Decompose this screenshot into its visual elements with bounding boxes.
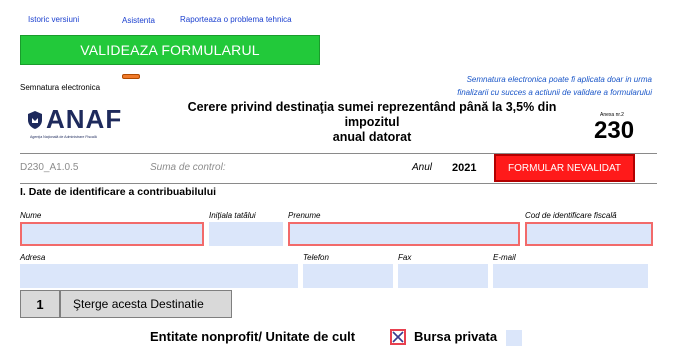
form-number: 230	[594, 117, 635, 144]
control-sum-label: Suma de control:	[150, 162, 226, 173]
initiala-tatalui-input[interactable]	[209, 222, 283, 246]
bursa-label: Bursa privata	[414, 329, 498, 344]
signature-note-line1: Semnatura electronica poate fi aplicata …	[466, 75, 652, 84]
signature-note-line2: finalizarii cu succes a actiunii de vali…	[457, 88, 652, 97]
form-title-line1: Cerere privind destinaţia sumei reprezen…	[187, 100, 557, 129]
form-title-line2: anual datorat	[332, 130, 412, 144]
link-raporteaza-problema[interactable]: Raporteaza o problema tehnica	[180, 15, 292, 24]
anaf-shield-icon	[28, 111, 42, 129]
signature-note: Semnatura electronica poate fi aplicata …	[425, 73, 652, 99]
anaf-logo: ANAF	[46, 104, 123, 134]
separator-bottom	[20, 183, 657, 184]
fax-input[interactable]	[398, 264, 488, 288]
bursa-checkbox[interactable]	[506, 330, 522, 346]
label-adresa: Adresa	[20, 253, 46, 262]
entitate-label: Entitate nonprofit/ Unitate de cult	[150, 329, 356, 344]
label-initiala-tatalui: Iniţiala tatălui	[209, 211, 256, 220]
prenume-input[interactable]	[288, 222, 520, 246]
form-title: Cerere privind destinaţia sumei reprezen…	[162, 100, 582, 145]
delete-destinatie-button[interactable]: Şterge acesta Destinatie	[60, 290, 232, 318]
entitate-checkbox[interactable]	[390, 329, 406, 345]
validate-form-button[interactable]: VALIDEAZA FORMULARUL	[20, 35, 320, 65]
telefon-input[interactable]	[303, 264, 393, 288]
label-cif: Cod de identificare fiscală	[525, 211, 617, 220]
check-x-icon	[392, 331, 404, 343]
label-telefon: Telefon	[303, 253, 329, 262]
label-prenume: Prenume	[288, 211, 321, 220]
form-status-button[interactable]: FORMULAR NEVALIDAT	[494, 154, 635, 182]
label-nume: Nume	[20, 211, 42, 220]
anaf-logo-subtitle: Agenţia Naţională de Administrare Fiscal…	[30, 135, 97, 139]
label-fax: Fax	[398, 253, 412, 262]
form-version-code: D230_A1.0.5	[20, 162, 79, 173]
year-value: 2021	[452, 162, 477, 174]
year-label: Anul	[412, 162, 433, 173]
signature-label: Semnatura electronica	[20, 83, 101, 92]
signature-button[interactable]	[122, 74, 140, 79]
link-istoric-versiuni[interactable]: Istoric versiuni	[28, 15, 79, 24]
link-asistenta[interactable]: Asistenta	[122, 16, 155, 25]
destinatie-number: 1	[20, 290, 60, 318]
nume-input[interactable]	[20, 222, 204, 246]
label-email: E-mail	[493, 253, 516, 262]
email-input[interactable]	[493, 264, 648, 288]
adresa-input[interactable]	[20, 264, 298, 288]
cif-input[interactable]	[525, 222, 653, 246]
section-title: I. Date de identificare a contribuabilul…	[20, 186, 217, 198]
